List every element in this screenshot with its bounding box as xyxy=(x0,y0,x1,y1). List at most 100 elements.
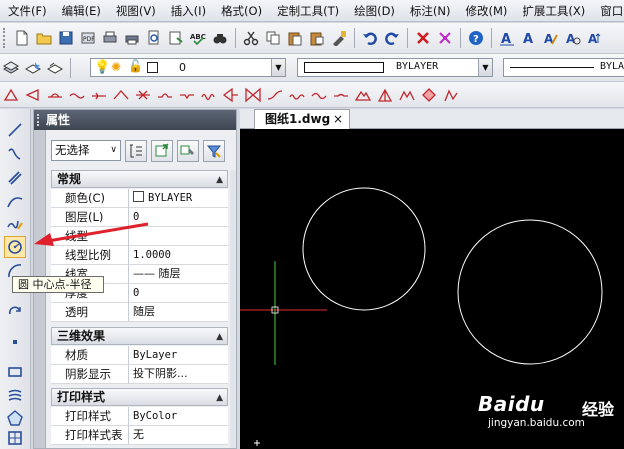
notch-icon[interactable] xyxy=(177,85,197,105)
new-file-icon[interactable] xyxy=(12,28,32,48)
menu-dimension[interactable]: 标注(N) xyxy=(402,0,458,21)
find-icon[interactable] xyxy=(210,28,230,48)
diamond-arrow-icon[interactable] xyxy=(419,85,439,105)
layer-lock-icon[interactable]: 🔓 xyxy=(128,59,143,73)
menu-draw[interactable]: 绘图(D) xyxy=(346,0,402,21)
find-text-icon[interactable]: A xyxy=(563,28,583,48)
mountain-icon[interactable] xyxy=(353,85,373,105)
print-icon[interactable] xyxy=(100,28,120,48)
property-row-material[interactable]: 材质 ByLayer xyxy=(51,346,228,365)
quick-select-button[interactable] xyxy=(177,140,199,162)
menu-modify[interactable]: 修改(M) xyxy=(458,0,515,21)
property-row-shadow[interactable]: 阴影显示 投下阴影... xyxy=(51,365,228,384)
collapse-icon[interactable]: ▲ xyxy=(216,329,223,345)
point-icon[interactable] xyxy=(4,331,26,353)
redo-icon[interactable] xyxy=(382,28,402,48)
menu-file[interactable]: 文件(F) xyxy=(0,0,54,21)
cut-icon[interactable] xyxy=(241,28,261,48)
s-curve-icon[interactable] xyxy=(265,85,285,105)
edit-text-icon[interactable]: A xyxy=(541,28,561,48)
section-3d-effects[interactable]: 三维效果 ▲ xyxy=(51,327,228,345)
help-icon[interactable]: ? xyxy=(466,28,486,48)
arc-dimension-icon[interactable] xyxy=(45,85,65,105)
circle-center-radius-icon[interactable] xyxy=(4,236,26,258)
save-as-icon[interactable]: PDF xyxy=(78,28,98,48)
menu-custom-tools[interactable]: 定制工具(T) xyxy=(269,0,346,21)
select-objects-button[interactable] xyxy=(151,140,173,162)
menu-edit[interactable]: 编辑(E) xyxy=(54,0,108,21)
circle-entity-1[interactable] xyxy=(302,187,426,311)
polyline-icon[interactable] xyxy=(4,143,26,165)
line-icon[interactable] xyxy=(4,119,26,141)
scale-text-icon[interactable]: A xyxy=(585,28,605,48)
property-row-transparency[interactable]: 透明 随层 xyxy=(51,303,228,322)
publish-icon[interactable] xyxy=(166,28,186,48)
peak-icon[interactable] xyxy=(111,85,131,105)
open-folder-icon[interactable] xyxy=(34,28,54,48)
property-row-plot-style-table[interactable]: 打印样式表 无 xyxy=(51,426,228,445)
menu-insert[interactable]: 插入(I) xyxy=(163,0,213,21)
layer-dropdown[interactable]: 💡 ✺ 🔓 0 ▼ xyxy=(90,58,286,77)
section-print-style[interactable]: 打印样式 ▲ xyxy=(51,388,228,406)
flat-wave-icon[interactable] xyxy=(331,85,351,105)
menu-extension-tools[interactable]: 扩展工具(X) xyxy=(514,0,592,21)
paste-icon[interactable] xyxy=(285,28,305,48)
layer-on-icon[interactable]: 💡 xyxy=(94,60,110,75)
print-preview-icon[interactable] xyxy=(144,28,164,48)
spell-check-icon[interactable]: ABC xyxy=(188,28,208,48)
undo-icon[interactable] xyxy=(360,28,380,48)
layer-state-icon[interactable] xyxy=(23,58,43,78)
menu-window[interactable]: 窗口 xyxy=(592,0,624,21)
single-line-text-icon[interactable]: A xyxy=(519,28,539,48)
arrow-left-icon[interactable] xyxy=(221,85,241,105)
match-properties-icon[interactable] xyxy=(329,28,349,48)
delete-icon[interactable] xyxy=(413,28,433,48)
collapse-icon[interactable]: ▲ xyxy=(216,390,223,406)
spring-icon[interactable] xyxy=(199,85,219,105)
panel-grip[interactable] xyxy=(37,114,41,126)
multiline-icon[interactable] xyxy=(4,167,26,189)
text-style-icon[interactable]: A xyxy=(497,28,517,48)
region-icon[interactable] xyxy=(4,407,26,429)
polygon-icon[interactable] xyxy=(1,85,21,105)
double-wave-icon[interactable] xyxy=(287,85,307,105)
sketch-icon[interactable] xyxy=(4,213,26,235)
line-pattern-icon[interactable] xyxy=(89,85,109,105)
table-icon[interactable] xyxy=(4,427,26,449)
chevron-down-icon[interactable]: ▼ xyxy=(478,59,492,76)
erase-icon[interactable] xyxy=(435,28,455,48)
tilde-icon[interactable] xyxy=(309,85,329,105)
save-icon[interactable] xyxy=(56,28,76,48)
section-general[interactable]: 常规 ▲ xyxy=(51,170,228,188)
cross-icon[interactable] xyxy=(133,85,153,105)
chevron-down-icon[interactable]: ∨ xyxy=(110,141,117,160)
circle-entity-2[interactable] xyxy=(457,219,603,365)
flag-triangle-icon[interactable] xyxy=(23,85,43,105)
property-row-color[interactable]: 颜色(C) BYLAYER xyxy=(51,189,228,208)
bump-icon[interactable] xyxy=(155,85,175,105)
spiral-icon[interactable] xyxy=(441,85,461,105)
paste-special-icon[interactable] xyxy=(307,28,327,48)
chevron-down-icon[interactable]: ▼ xyxy=(271,59,285,76)
panel-scrollbar[interactable] xyxy=(230,170,236,448)
selection-dropdown[interactable]: 无选择 ∨ xyxy=(51,140,121,161)
properties-panel-header[interactable]: 属性 xyxy=(34,110,236,130)
menu-format[interactable]: 格式(O) xyxy=(213,0,269,21)
rectangle-icon[interactable] xyxy=(4,361,26,383)
property-row-plot-style[interactable]: 打印样式 ByColor xyxy=(51,407,228,426)
wave-icon[interactable] xyxy=(67,85,87,105)
hatch-icon[interactable] xyxy=(4,385,26,407)
linetype-dropdown[interactable]: BYLAYER ▼ xyxy=(297,58,493,77)
filter-button[interactable] xyxy=(203,140,225,162)
drawing-canvas[interactable] xyxy=(240,129,624,449)
layer-previous-icon[interactable] xyxy=(45,58,65,78)
toggle-pickadd-button[interactable] xyxy=(125,140,147,162)
menu-view[interactable]: 视图(V) xyxy=(108,0,163,21)
spline-icon[interactable] xyxy=(4,191,26,213)
lineweight-dropdown[interactable]: BYLA xyxy=(503,58,624,77)
revision-cloud-icon[interactable] xyxy=(4,300,26,322)
copy-icon[interactable] xyxy=(263,28,283,48)
plot-icon[interactable] xyxy=(122,28,142,48)
layer-manager-icon[interactable] xyxy=(1,58,21,78)
toolbar-grip[interactable] xyxy=(3,28,8,48)
